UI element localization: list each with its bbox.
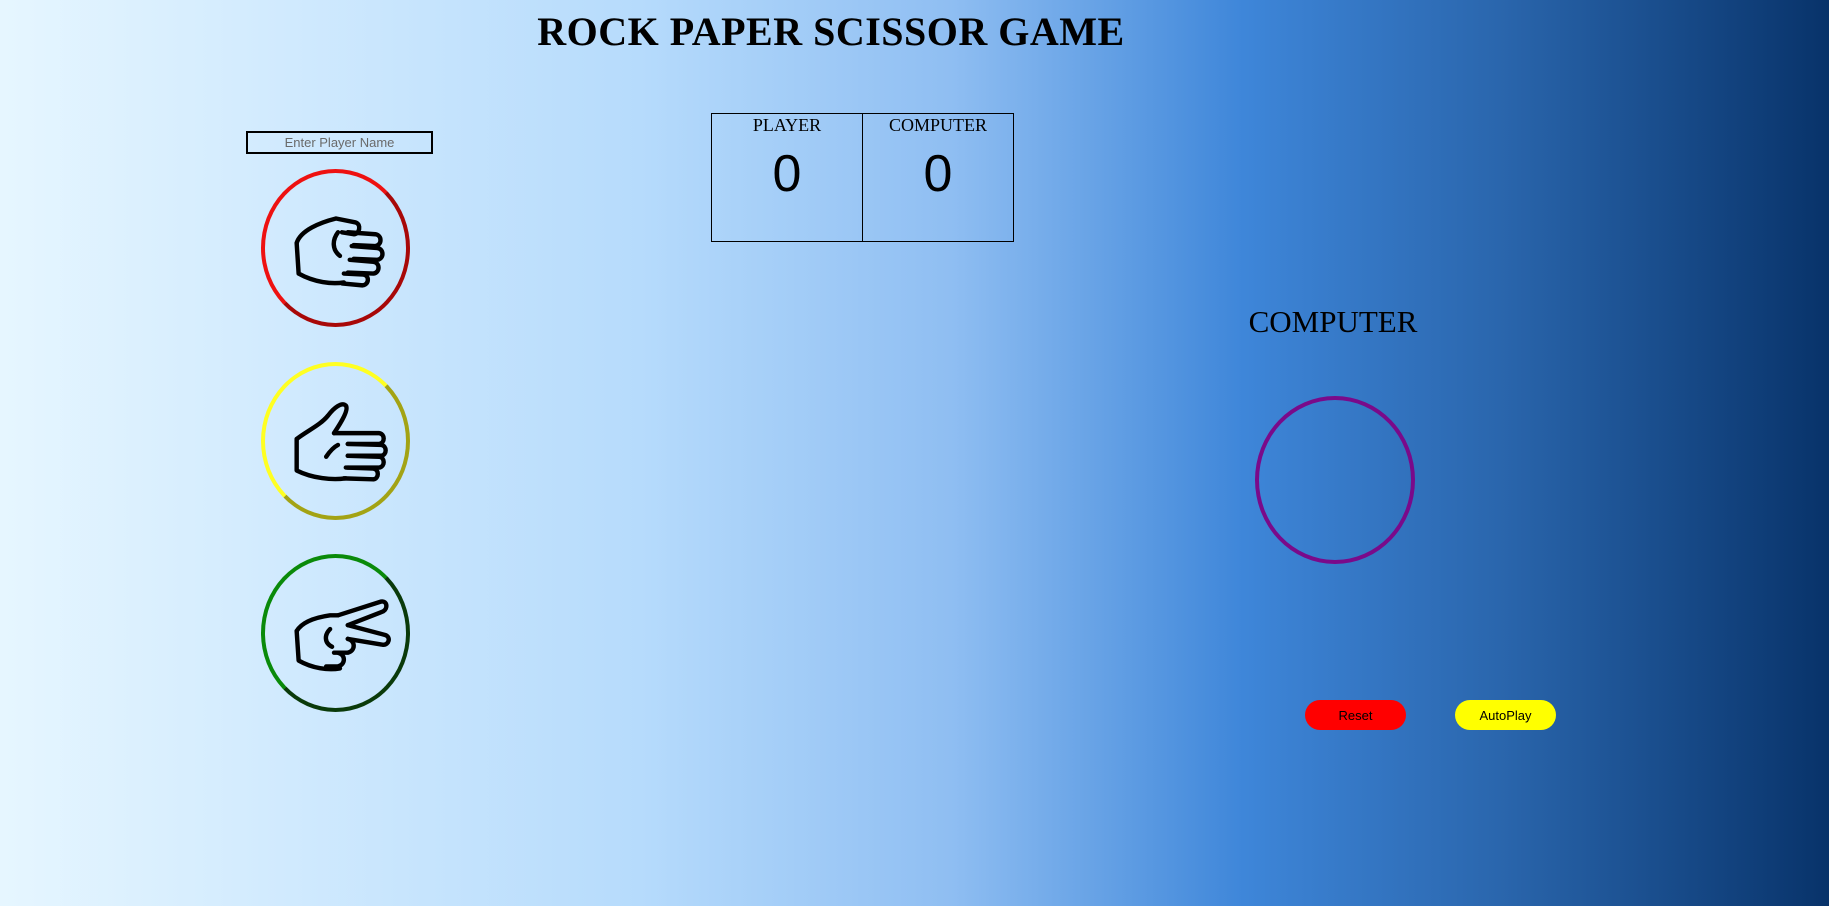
paper-choice-button[interactable] <box>261 362 410 520</box>
autoplay-button[interactable]: AutoPlay <box>1455 700 1556 730</box>
page-title: ROCK PAPER SCISSOR GAME <box>537 9 1125 54</box>
player-score-panel: PLAYER 0 <box>712 114 862 241</box>
scoreboard: PLAYER 0 COMPUTER 0 <box>711 113 1014 242</box>
computer-score-panel: COMPUTER 0 <box>862 114 1013 241</box>
scissor-choice-button[interactable] <box>261 554 410 712</box>
paper-hand-icon <box>293 402 388 482</box>
player-name-input[interactable] <box>246 131 433 154</box>
player-score-value: 0 <box>772 145 802 203</box>
rock-fist-icon <box>293 216 385 288</box>
player-score-label: PLAYER <box>752 115 822 135</box>
computer-heading: COMPUTER <box>1248 304 1418 339</box>
rock-choice-button[interactable] <box>261 169 410 327</box>
computer-choice-display <box>1255 396 1415 564</box>
scissor-hand-icon <box>293 599 391 672</box>
reset-button[interactable]: Reset <box>1305 700 1406 730</box>
computer-score-value: 0 <box>923 145 953 203</box>
computer-score-label: COMPUTER <box>888 115 987 135</box>
